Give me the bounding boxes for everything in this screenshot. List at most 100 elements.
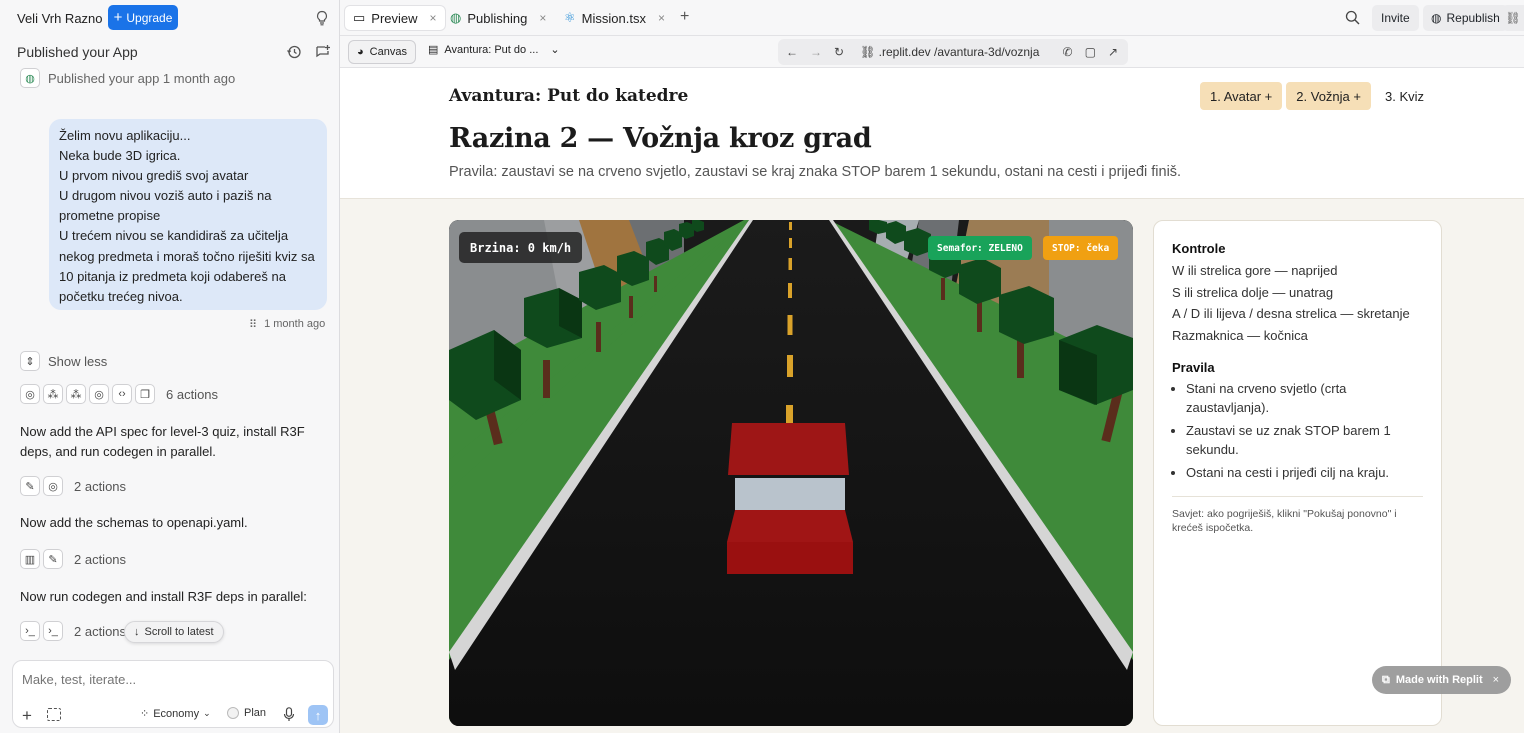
- actions-group[interactable]: ✎ ◎ 2 actions: [20, 476, 126, 496]
- select-element-icon[interactable]: [47, 708, 61, 721]
- link-icon: ⛓: [860, 45, 876, 59]
- traffic-light-status: Semafor: ZELENO: [928, 236, 1032, 260]
- code-icon: ‹›: [112, 384, 132, 404]
- globe-icon: ◍: [450, 10, 462, 25]
- message-time: 1 month ago: [264, 318, 326, 330]
- tab-mission[interactable]: ⚛ Mission.tsx ×: [556, 5, 673, 31]
- url-bar: ← → ↻ ⛓ .replit.dev /avantura-3d/voznja …: [778, 39, 1128, 65]
- actions-group[interactable]: ▥ ✎ 2 actions: [20, 549, 126, 569]
- invite-button[interactable]: Invite: [1372, 5, 1419, 31]
- app-header: Avantura: Put do katedre 1. Avatar + 2. …: [340, 68, 1524, 199]
- globe-icon: ◍: [1431, 11, 1442, 25]
- external-link-icon[interactable]: ↗: [1108, 45, 1118, 59]
- rule-item: Ostani na cesti i prijeđi cilj na kraju.: [1186, 463, 1423, 482]
- prompt-input[interactable]: [22, 672, 312, 687]
- message-line: početku trećeg nivoa.: [59, 288, 183, 304]
- link-icon[interactable]: ⛓: [1502, 5, 1524, 31]
- republish-button[interactable]: ◍ Republish: [1423, 5, 1508, 31]
- speed-readout: Brzina: 0 km/h: [459, 232, 583, 263]
- close-icon[interactable]: ×: [1493, 674, 1499, 686]
- history-icon[interactable]: [286, 44, 302, 60]
- page-select[interactable]: ▤ Avantura: Put do ... ⌄: [428, 43, 560, 57]
- stop-sign-status: STOP: čeka: [1043, 236, 1119, 260]
- shapes-icon: ⁂: [66, 384, 86, 404]
- plan-toggle[interactable]: Plan: [227, 707, 266, 719]
- terminal-icon: ›_: [20, 621, 40, 641]
- game-scene: [449, 220, 1133, 726]
- wrench-icon[interactable]: ✆: [1063, 45, 1073, 59]
- workspace-name[interactable]: Veli Vrh Razno: [17, 11, 103, 26]
- chevron-down-icon: ⌄: [550, 44, 560, 56]
- help-panel: Kontrole W ili strelica gore — naprijed …: [1153, 220, 1442, 726]
- message-line: 10 pitanja iz predmeta koji odabereš na: [59, 268, 286, 284]
- arrow-down-icon: ↓: [134, 626, 140, 638]
- control-item: Razmaknica — kočnica: [1172, 327, 1308, 343]
- close-icon[interactable]: ×: [539, 11, 546, 25]
- step-voznja[interactable]: 2. Vožnja +: [1286, 82, 1371, 110]
- step-kviz[interactable]: 3. Kviz: [1375, 82, 1434, 110]
- book-icon: ▥: [20, 549, 40, 569]
- add-tab-icon[interactable]: +: [680, 8, 689, 26]
- forward-icon[interactable]: →: [810, 45, 822, 59]
- session-title: Published your App: [17, 44, 138, 60]
- control-item: W ili strelica gore — naprijed: [1172, 263, 1338, 278]
- new-chat-icon[interactable]: [315, 44, 331, 60]
- mode-icon: ⁘: [140, 708, 150, 720]
- published-note: ◍ Published your app 1 month ago: [20, 68, 235, 88]
- page-icon: ▤: [428, 44, 439, 56]
- divider: [1172, 496, 1423, 497]
- game-canvas[interactable]: Brzina: 0 km/h Semafor: ZELENO STOP: ček…: [449, 220, 1133, 726]
- scroll-latest-label: Scroll to latest: [144, 626, 214, 638]
- scroll-to-latest-button[interactable]: ↓ Scroll to latest: [124, 621, 224, 643]
- message-line: U prvom nivou grediš svoj avatar: [59, 168, 249, 184]
- rule-item: Stani na crveno svjetlo (crta zaustavlja…: [1186, 379, 1423, 417]
- attach-icon[interactable]: +: [22, 706, 32, 726]
- tab-publishing[interactable]: ◍ Publishing ×: [442, 5, 554, 31]
- rule-item: Zaustavi se uz znak STOP barem 1 sekundu…: [1186, 421, 1423, 459]
- upgrade-button[interactable]: + Upgrade: [108, 5, 178, 30]
- lightbulb-icon[interactable]: [314, 10, 330, 26]
- toggle-switch: [227, 707, 239, 719]
- url-text: .replit.dev /avantura-3d/voznja: [878, 45, 1040, 59]
- close-icon[interactable]: ×: [430, 11, 437, 25]
- tab-preview[interactable]: ▭ Preview ×: [344, 5, 446, 31]
- agent-message: Now run codegen and install R3F deps in …: [20, 589, 307, 604]
- shapes-icon: ⁂: [43, 384, 63, 404]
- canvas-label: Canvas: [369, 46, 407, 58]
- drag-handle-icon[interactable]: ⠿: [249, 318, 257, 331]
- tab-bar: ▭ Preview × ◍ Publishing × ⚛ Mission.tsx…: [340, 0, 1524, 36]
- actions-group[interactable]: ›_ ›_ 2 actions: [20, 621, 126, 641]
- devices-icon[interactable]: ▢: [1085, 45, 1096, 59]
- step-avatar[interactable]: 1. Avatar +: [1200, 82, 1283, 110]
- control-item: A / D ili lijeva / desna strelica — skre…: [1172, 306, 1410, 321]
- send-button[interactable]: ↑: [308, 705, 328, 725]
- close-icon[interactable]: ×: [658, 11, 665, 25]
- copy-icon: ❐: [135, 384, 155, 404]
- tab-label: Publishing: [467, 10, 528, 26]
- message-line: Neka bude 3D igrica.: [59, 148, 181, 164]
- message-line: Želim novu aplikaciju...: [59, 128, 191, 143]
- level-title: Razina 2 — Vožnja kroz grad: [449, 123, 872, 154]
- chevron-down-icon: ⌄: [203, 708, 211, 718]
- actions-group[interactable]: ◎ ⁂ ⁂ ◎ ‹› ❐ 6 actions: [20, 384, 218, 404]
- show-less-toggle[interactable]: ⇕ Show less: [20, 351, 107, 371]
- reload-icon[interactable]: ↻: [834, 45, 844, 59]
- actions-count: 2 actions: [74, 551, 127, 567]
- agent-message: Now add the schemas to openapi.yaml.: [20, 515, 248, 530]
- canvas-button[interactable]: ◕ Canvas: [348, 40, 416, 64]
- microphone-icon[interactable]: [283, 707, 295, 722]
- actions-count: 2 actions: [74, 478, 127, 494]
- back-icon[interactable]: ←: [786, 45, 798, 59]
- palette-icon: ◕: [357, 46, 364, 58]
- search-icon[interactable]: [1345, 10, 1360, 25]
- player-car: [727, 423, 853, 574]
- brain-icon: ◎: [43, 476, 63, 496]
- made-with-replit-badge[interactable]: ⧉ Made with Replit ×: [1372, 666, 1512, 694]
- url-input[interactable]: ⛓ .replit.dev /avantura-3d/voznja: [860, 45, 1039, 59]
- made-with-label: Made with Replit: [1395, 674, 1483, 686]
- message-line: U drugom nivou voziš auto i paziš na: [59, 188, 272, 204]
- mode-select[interactable]: ⁘ Economy ⌄: [140, 707, 211, 721]
- globe-icon: ◍: [20, 68, 40, 88]
- plan-label: Plan: [244, 707, 267, 719]
- replit-logo-icon: ⧉: [1382, 673, 1390, 686]
